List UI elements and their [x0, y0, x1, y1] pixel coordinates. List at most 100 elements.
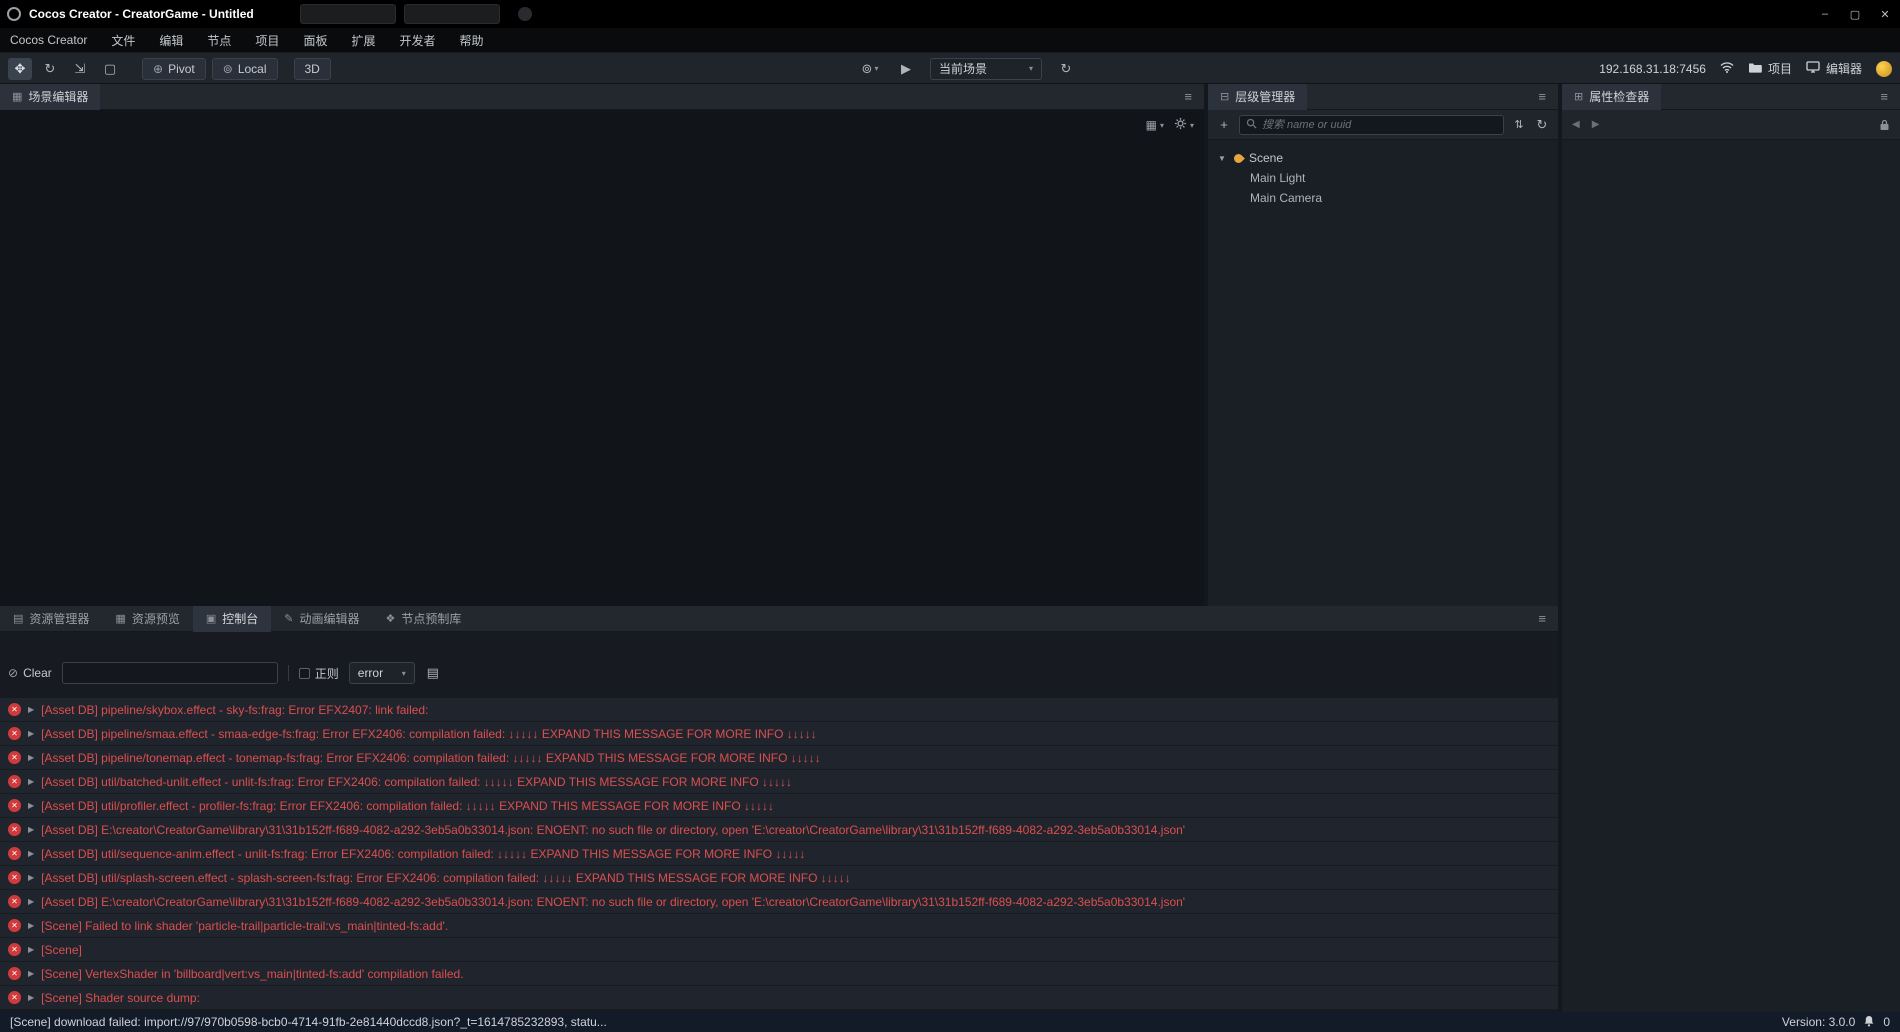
console-filter-input[interactable] [61, 662, 278, 684]
expand-icon[interactable]: ▶ [28, 897, 34, 906]
log-file-icon[interactable]: ▤ [425, 665, 441, 681]
preview-device-button[interactable]: ⊚ ▾ [858, 58, 882, 80]
panel-menu-icon[interactable]: ≡ [1538, 611, 1546, 626]
expand-icon[interactable]: ▶ [28, 777, 34, 786]
inspector-panel-strip: ⊞ 属性检查器 ≡ [1562, 83, 1900, 110]
collapse-all-icon[interactable]: ⇅ [1511, 118, 1527, 131]
bell-icon[interactable] [1863, 1015, 1875, 1030]
bottom-tab[interactable]: ✎ 动画编辑器 [271, 606, 372, 632]
menu-item[interactable]: 节点 [207, 32, 231, 49]
refresh-icon[interactable]: ↻ [1534, 117, 1550, 133]
scene-settings-button[interactable]: ▾ [1174, 117, 1194, 133]
error-icon: ✕ [8, 799, 21, 812]
bottom-tab[interactable]: ▤ 资源管理器 [0, 606, 102, 632]
expand-icon[interactable]: ▶ [28, 969, 34, 978]
history-forward-button[interactable]: ▶ [1592, 119, 1600, 130]
pivot-button[interactable]: ⊕ Pivot [142, 57, 206, 80]
console-log-row[interactable]: ✕ ▶ [Scene] [0, 938, 1558, 961]
rotate-tool-button[interactable]: ↻ [38, 58, 62, 80]
lock-icon[interactable] [1879, 119, 1890, 131]
expand-icon[interactable]: ▶ [28, 873, 34, 882]
regex-toggle[interactable]: 正则 [298, 665, 339, 682]
expand-icon[interactable]: ▶ [28, 993, 34, 1002]
editor-button[interactable]: 编辑器 [1806, 60, 1862, 77]
scene-select[interactable]: 当前场景 ▾ [930, 57, 1042, 80]
scene-viewport[interactable]: ▦ ▾ ▾ [0, 110, 1204, 606]
bottom-tab[interactable]: ▦ 资源预览 [102, 606, 192, 632]
panel-menu-icon[interactable]: ≡ [1184, 89, 1192, 104]
menu-item[interactable]: 文件 [111, 32, 135, 49]
tree-children: Main Light Main Camera [1208, 168, 1558, 208]
expand-icon[interactable]: ▶ [28, 945, 34, 954]
expand-icon[interactable]: ▶ [28, 849, 34, 858]
bottom-tab[interactable]: ❖ 节点预制库 [373, 606, 475, 632]
scale-tool-button[interactable]: ⇲ [68, 58, 92, 80]
menu-item[interactable]: 帮助 [459, 32, 483, 49]
app-logo-icon [7, 7, 21, 21]
menubar: Cocos Creator 文件 编辑 节点 项目 面板 扩展 开发者 帮助 [0, 28, 1900, 53]
close-button[interactable]: ✕ [1870, 0, 1900, 28]
refresh-button[interactable]: ↻ [1054, 58, 1078, 80]
log-message: [Asset DB] pipeline/smaa.effect - smaa-e… [41, 726, 817, 741]
expand-icon[interactable]: ▶ [28, 801, 34, 810]
tree-node-scene[interactable]: ▼ Scene [1208, 148, 1558, 168]
history-back-button[interactable]: ◀ [1572, 119, 1580, 130]
hierarchy-icon: ⊟ [1220, 91, 1230, 103]
console-log-row[interactable]: ✕ ▶ [Asset DB] pipeline/smaa.effect - sm… [0, 722, 1558, 745]
menu-item[interactable]: 扩展 [351, 32, 375, 49]
console-log-row[interactable]: ✕ ▶ [Scene] Shader source dump: [0, 986, 1558, 1009]
console-log-row[interactable]: ✕ ▶ [Asset DB] util/profiler.effect - pr… [0, 794, 1558, 817]
panel-menu-icon[interactable]: ≡ [1880, 89, 1888, 104]
rotate-icon: ↻ [44, 60, 56, 76]
local-button[interactable]: ⊚ Local [211, 57, 278, 80]
menu-item[interactable]: 编辑 [159, 32, 183, 49]
expand-icon[interactable]: ▶ [28, 921, 34, 930]
expand-icon[interactable]: ▶ [28, 753, 34, 762]
console-log-row[interactable]: ✕ ▶ [Asset DB] pipeline/tonemap.effect -… [0, 746, 1558, 769]
menu-item[interactable]: 面板 [303, 32, 327, 49]
bottom-tab[interactable]: ▣ 控制台 [192, 605, 272, 632]
clear-button[interactable]: ⊘ Clear [8, 666, 52, 680]
view-mode-button[interactable]: ▦ ▾ [1146, 117, 1164, 133]
tree-node[interactable]: Main Camera [1208, 188, 1558, 208]
console-log-row[interactable]: ✕ ▶ [Scene] VertexShader in 'billboard|v… [0, 962, 1558, 985]
tab-hierarchy[interactable]: ⊟ 层级管理器 [1208, 83, 1308, 110]
console-log-row[interactable]: ✕ ▶ [Asset DB] E:\creator\CreatorGame\li… [0, 818, 1558, 841]
tree-node[interactable]: Main Light [1208, 168, 1558, 188]
play-icon: ▶ [901, 60, 911, 76]
user-avatar[interactable] [1876, 60, 1892, 77]
minimize-button[interactable]: – [1810, 0, 1840, 28]
console-log-row[interactable]: ✕ ▶ [Asset DB] util/sequence-anim.effect… [0, 842, 1558, 865]
menu-item[interactable]: 开发者 [399, 32, 435, 49]
inspector-toolbar: ◀ ▶ [1562, 110, 1900, 140]
console-log-row[interactable]: ✕ ▶ [Asset DB] pipeline/skybox.effect - … [0, 698, 1558, 721]
rect-tool-button[interactable]: ▢ [98, 58, 122, 80]
menu-item[interactable]: 项目 [255, 32, 279, 49]
mode-3d-button[interactable]: 3D [293, 57, 331, 80]
log-level-select[interactable]: error ▾ [348, 662, 415, 684]
move-tool-button[interactable]: ✥ [8, 57, 32, 80]
menu-item[interactable]: Cocos Creator [10, 33, 87, 47]
tab-inspector[interactable]: ⊞ 属性检查器 [1562, 83, 1662, 110]
toolbar-right: 192.168.31.18:7456 项目 编辑器 [1599, 53, 1892, 84]
scene-panel-strip: ▦ 场景编辑器 ≡ [0, 83, 1204, 110]
maximize-button[interactable]: ▢ [1840, 0, 1870, 28]
create-node-button[interactable]: + [1216, 117, 1232, 132]
notification-count: 0 [1883, 1015, 1890, 1029]
project-button[interactable]: 项目 [1748, 60, 1792, 77]
hierarchy-search-input[interactable] [1262, 118, 1497, 131]
tab-scene-editor[interactable]: ▦ 场景编辑器 [0, 83, 101, 110]
statusbar-right: Version: 3.0.0 0 [1782, 1015, 1890, 1030]
console-log-row[interactable]: ✕ ▶ [Scene] Failed to link shader 'parti… [0, 914, 1558, 937]
console-log-row[interactable]: ✕ ▶ [Asset DB] E:\creator\CreatorGame\li… [0, 890, 1558, 913]
expand-icon[interactable]: ▶ [28, 729, 34, 738]
regex-checkbox[interactable] [298, 667, 310, 679]
expand-icon[interactable]: ▶ [28, 825, 34, 834]
console-log-row[interactable]: ✕ ▶ [Asset DB] util/batched-unlit.effect… [0, 770, 1558, 793]
status-message[interactable]: [Scene] download failed: import://97/970… [10, 1015, 607, 1029]
play-button[interactable]: ▶ [894, 58, 918, 80]
expand-icon[interactable]: ▶ [28, 705, 34, 714]
console-log-row[interactable]: ✕ ▶ [Asset DB] util/splash-screen.effect… [0, 866, 1558, 889]
monitor-icon [1806, 61, 1820, 76]
panel-menu-icon[interactable]: ≡ [1538, 89, 1546, 104]
